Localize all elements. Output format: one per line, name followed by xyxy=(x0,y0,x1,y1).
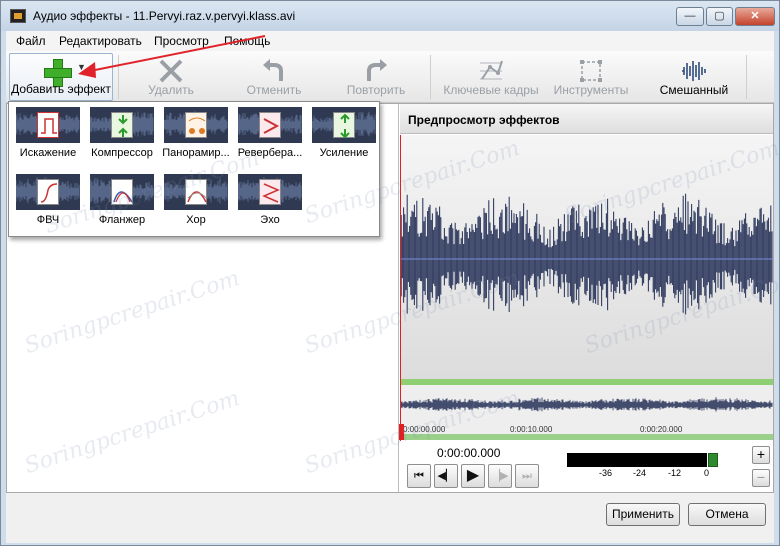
meter-tick: -12 xyxy=(668,468,682,478)
undo-button[interactable]: Отменить xyxy=(234,53,314,101)
title-bar: Аудио эффекты - 11.Pervyi.raz.v.pervyi.k… xyxy=(1,1,779,31)
effect-highpass[interactable]: ФВЧ xyxy=(12,172,84,232)
effect-thumbnail xyxy=(164,174,228,210)
keyframes-button[interactable]: Ключевые кадры xyxy=(436,53,546,101)
timeline-ruler: 0:00:00.000 0:00:10.000 0:00:20.000 xyxy=(400,424,773,440)
zoom-out-button[interactable]: − xyxy=(752,469,770,487)
effect-amplify[interactable]: Усиление xyxy=(308,105,380,165)
effect-thumbnail xyxy=(16,107,80,143)
effect-thumbnail xyxy=(90,107,154,143)
apply-button[interactable]: Применить xyxy=(606,503,680,526)
toolbar-separator xyxy=(746,55,747,99)
effect-thumbnail xyxy=(164,107,228,143)
overview-graphic xyxy=(400,397,773,412)
effect-distortion[interactable]: Искажение xyxy=(12,105,84,165)
add-effect-button[interactable]: ▼ Добавить эффект xyxy=(9,53,113,101)
menu-edit[interactable]: Редактировать xyxy=(59,34,142,48)
effect-label: Эхо xyxy=(260,214,280,226)
playhead-marker[interactable] xyxy=(399,424,404,440)
dialog-buttons: Применить Отмена xyxy=(6,493,774,543)
waveform-icon xyxy=(682,61,706,81)
delete-button[interactable]: Удалить xyxy=(126,53,216,101)
effect-thumbnail xyxy=(312,107,376,143)
redo-label: Повторить xyxy=(346,83,406,97)
ruler-label: 0:00:00.000 xyxy=(403,425,446,434)
step-back-button[interactable]: ◀▏ xyxy=(434,464,458,488)
window-title: Аудио эффекты - 11.Pervyi.raz.v.pervyi.k… xyxy=(33,9,296,23)
toolbar: ▼ Добавить эффект Удалить Отменить Повто… xyxy=(6,51,774,103)
effect-label: Хор xyxy=(186,214,206,226)
zoom-in-button[interactable]: + xyxy=(752,446,770,464)
playhead[interactable] xyxy=(400,135,401,441)
menu-view[interactable]: Просмотр xyxy=(154,34,209,48)
level-meter-peak xyxy=(708,453,718,467)
add-effect-dropdown: Искажение Компрессор Панорамир... Реверб… xyxy=(8,101,380,237)
ruler-label: 0:00:10.000 xyxy=(510,425,553,434)
timecode-display: 0:00:00.000 xyxy=(437,446,501,460)
maximize-button[interactable]: ▢ xyxy=(706,7,733,26)
effect-thumbnail xyxy=(238,174,302,210)
go-to-end-button[interactable]: ⏭ xyxy=(515,464,539,488)
meter-tick: 0 xyxy=(704,468,710,478)
delete-label: Удалить xyxy=(148,83,194,97)
tools-button[interactable]: Инструменты xyxy=(546,53,636,101)
effect-chorus[interactable]: Хор xyxy=(160,172,232,232)
undo-label: Отменить xyxy=(246,83,302,97)
undo-icon xyxy=(263,59,283,81)
effect-flanger[interactable]: Фланжер xyxy=(86,172,158,232)
effect-thumbnail xyxy=(90,174,154,210)
keyframes-icon xyxy=(480,60,503,80)
effect-echo[interactable]: Эхо xyxy=(234,172,306,232)
waveform-graphic xyxy=(400,193,773,315)
play-button[interactable]: ▶ xyxy=(461,464,485,488)
menu-file[interactable]: Файл xyxy=(16,34,46,48)
effect-compressor[interactable]: Компрессор xyxy=(86,105,158,165)
app-window: Аудио эффекты - 11.Pervyi.raz.v.pervyi.k… xyxy=(0,0,780,546)
film-icon xyxy=(10,9,26,23)
effect-label: ФВЧ xyxy=(36,214,60,226)
effect-thumbnail xyxy=(16,174,80,210)
toolbar-separator xyxy=(430,55,431,99)
redo-icon xyxy=(367,59,387,81)
effect-label: Усиление xyxy=(319,147,369,159)
chevron-down-icon: ▼ xyxy=(77,62,86,72)
meter-tick: -24 xyxy=(633,468,647,478)
preview-header: Предпросмотр эффектов xyxy=(400,104,773,134)
menu-bar: Файл Редактировать Просмотр Помощь xyxy=(6,31,774,51)
tools-icon xyxy=(580,60,602,82)
effect-label: Компрессор xyxy=(91,147,153,159)
cancel-button[interactable]: Отмена xyxy=(688,503,766,526)
redo-button[interactable]: Повторить xyxy=(336,53,416,101)
waveform-view[interactable] xyxy=(400,135,773,380)
effect-label: Фланжер xyxy=(98,214,146,226)
ruler-label: 0:00:20.000 xyxy=(640,425,683,434)
toolbar-separator xyxy=(118,55,119,99)
menu-help[interactable]: Помощь xyxy=(224,34,270,48)
level-meter-scale: -36 -24 -12 0 xyxy=(567,468,717,480)
add-effect-label: Добавить эффект xyxy=(11,82,111,96)
effect-panorama[interactable]: Панорамир... xyxy=(160,105,232,165)
go-to-start-button[interactable]: ⏮ xyxy=(407,464,431,488)
effect-reverb[interactable]: Реверберa... xyxy=(234,105,306,165)
effect-thumbnail xyxy=(238,107,302,143)
minimize-button[interactable]: — xyxy=(676,7,704,26)
mixed-button[interactable]: Смешанный xyxy=(648,53,740,101)
mixed-label: Смешанный xyxy=(659,83,729,97)
level-meter xyxy=(567,453,707,467)
meter-tick: -36 xyxy=(599,468,613,478)
tools-label: Инструменты xyxy=(553,83,629,97)
effect-label: Панорамир... xyxy=(162,147,230,159)
keyframes-label: Ключевые кадры xyxy=(443,83,539,97)
effect-label: Реверберa... xyxy=(237,147,303,159)
effect-label: Искажение xyxy=(19,147,77,159)
close-button[interactable]: ✕ xyxy=(735,7,775,26)
step-forward-button[interactable]: ▕▶ xyxy=(488,464,512,488)
preview-title: Предпросмотр эффектов xyxy=(408,113,560,127)
delete-icon xyxy=(159,59,183,83)
